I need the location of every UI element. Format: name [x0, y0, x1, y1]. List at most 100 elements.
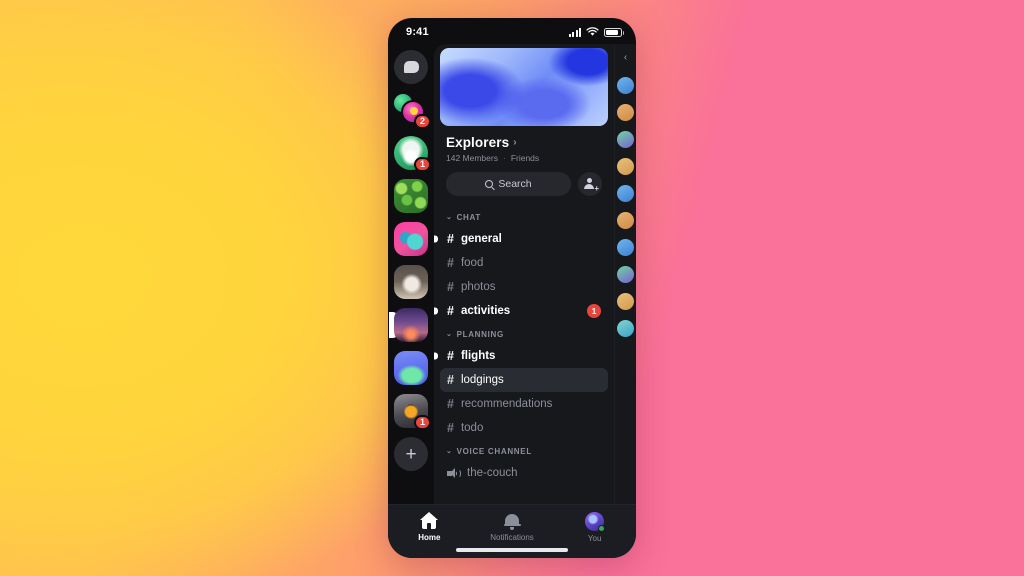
channel-category-planning[interactable]: ⌄ PLANNING [434, 323, 614, 344]
channel-label: photos [460, 281, 496, 293]
guild-banner-image [440, 48, 608, 126]
server-rail-item-leaf[interactable] [394, 179, 428, 213]
meta-separator: · [502, 153, 506, 163]
tab-notifications[interactable]: Notifications [471, 512, 554, 542]
phone-frame: 9:41 2 1 1 + Explorers › 142 Members · F… [388, 18, 636, 558]
server-rail-item-pink-frog[interactable] [394, 222, 428, 256]
speaker-icon [447, 468, 461, 479]
channel-category-voice[interactable]: ⌄ VOICE CHANNEL [434, 440, 614, 461]
member-avatar[interactable] [617, 104, 634, 121]
channel-unread-badge: 1 [587, 304, 601, 318]
guild-name: Explorers [446, 135, 510, 150]
channel-item-general[interactable]: # general [434, 227, 608, 251]
server-icon-pink-frog [394, 222, 428, 256]
guild-name-row[interactable]: Explorers › [446, 135, 602, 150]
chevron-down-icon: ⌄ [446, 214, 453, 221]
bottom-tab-bar: Home Notifications You [388, 504, 636, 558]
chevron-down-icon: ⌄ [446, 331, 453, 338]
unread-badge: 2 [413, 114, 431, 129]
hash-icon: # [447, 232, 454, 246]
unread-badge: 1 [413, 157, 431, 172]
channel-item-activities[interactable]: # activities 1 [434, 299, 608, 323]
server-icon-blob [394, 351, 428, 385]
tab-you[interactable]: You [553, 512, 636, 543]
server-rail-item-blob[interactable] [394, 351, 428, 385]
member-avatar[interactable] [617, 158, 634, 175]
wifi-icon [586, 27, 599, 36]
tab-label: Notifications [490, 533, 534, 542]
hash-icon: # [447, 256, 454, 270]
channel-label: food [460, 257, 484, 269]
avatar-icon [585, 512, 606, 532]
chevron-left-icon[interactable]: ‹ [624, 52, 627, 63]
unread-indicator [434, 307, 438, 315]
guild-header[interactable]: Explorers › 142 Members · Friends [434, 126, 614, 163]
battery-icon [604, 27, 624, 37]
unread-indicator [434, 352, 438, 360]
channel-item-lodgings[interactable]: # lodgings [440, 368, 608, 392]
server-rail[interactable]: 2 1 1 + [388, 44, 434, 504]
channel-label: todo [460, 422, 484, 434]
unread-badge: 1 [413, 415, 431, 430]
member-avatar[interactable] [617, 320, 634, 337]
guild-meta: 142 Members · Friends [446, 153, 602, 163]
member-list-panel[interactable]: ‹ [614, 44, 636, 504]
channel-item-flights[interactable]: # flights [434, 344, 608, 368]
direct-messages-icon [394, 50, 428, 84]
member-avatar[interactable] [617, 212, 634, 229]
hash-icon: # [447, 304, 454, 318]
plus-icon: + [394, 437, 428, 471]
member-avatar[interactable] [617, 293, 634, 310]
channel-label: general [460, 233, 502, 245]
home-indicator [456, 548, 568, 552]
guild-relationship: Friends [510, 153, 540, 163]
member-avatar[interactable] [617, 77, 634, 94]
status-badge [598, 525, 606, 532]
add-member-button[interactable]: + [578, 172, 602, 196]
server-rail-item-cat-mascot[interactable]: 1 [394, 136, 431, 172]
member-avatar[interactable] [617, 131, 634, 148]
add-server-button[interactable]: + [394, 437, 428, 471]
cellular-bars-icon [568, 27, 581, 37]
server-rail-item-robot[interactable]: 1 [394, 394, 431, 430]
category-label: VOICE CHANNEL [456, 447, 532, 456]
channel-item-food[interactable]: # food [440, 251, 608, 275]
channel-list[interactable]: ⌄ CHAT # general # food # photos # activ… [434, 206, 614, 504]
chevron-down-icon: ⌄ [446, 448, 453, 455]
tab-label: You [587, 534, 602, 543]
channel-item-todo[interactable]: # todo [440, 416, 608, 440]
member-avatar[interactable] [617, 239, 634, 256]
hash-icon: # [447, 280, 454, 294]
channel-item-the-couch[interactable]: the-couch [440, 461, 608, 485]
channel-item-photos[interactable]: # photos [440, 275, 608, 299]
channel-label: activities [460, 305, 511, 317]
bell-icon [503, 512, 521, 530]
channel-sidebar: Explorers › 142 Members · Friends Search… [434, 44, 614, 504]
member-count: 142 Members [446, 153, 498, 163]
member-avatar[interactable] [617, 185, 634, 202]
channel-label: recommendations [460, 398, 553, 410]
server-rail-item-dm-group-stack[interactable]: 2 [394, 93, 431, 129]
search-icon [485, 180, 494, 188]
home-icon [419, 512, 439, 530]
status-bar-icons [568, 27, 624, 37]
server-rail-item-cat-photo[interactable] [394, 265, 428, 299]
category-label: CHAT [456, 213, 482, 222]
channel-category-chat[interactable]: ⌄ CHAT [434, 206, 614, 227]
channel-item-recommendations[interactable]: # recommendations [440, 392, 608, 416]
app-body: 2 1 1 + Explorers › 142 Members · Friend… [388, 44, 636, 504]
status-bar: 9:41 [388, 18, 636, 44]
search-input[interactable]: Search [446, 172, 571, 196]
search-row: Search + [434, 163, 614, 206]
server-rail-item-direct-messages[interactable] [394, 50, 428, 84]
hash-icon: # [447, 373, 454, 387]
plus-icon: + [594, 184, 599, 193]
unread-indicator [434, 235, 438, 243]
server-rail-item-explorers[interactable] [389, 308, 428, 342]
channel-label: lodgings [460, 374, 504, 386]
server-icon-leaf [394, 179, 428, 213]
tab-label: Home [418, 533, 441, 542]
tab-home[interactable]: Home [388, 512, 471, 542]
member-avatar[interactable] [617, 266, 634, 283]
channel-label: flights [460, 350, 496, 362]
